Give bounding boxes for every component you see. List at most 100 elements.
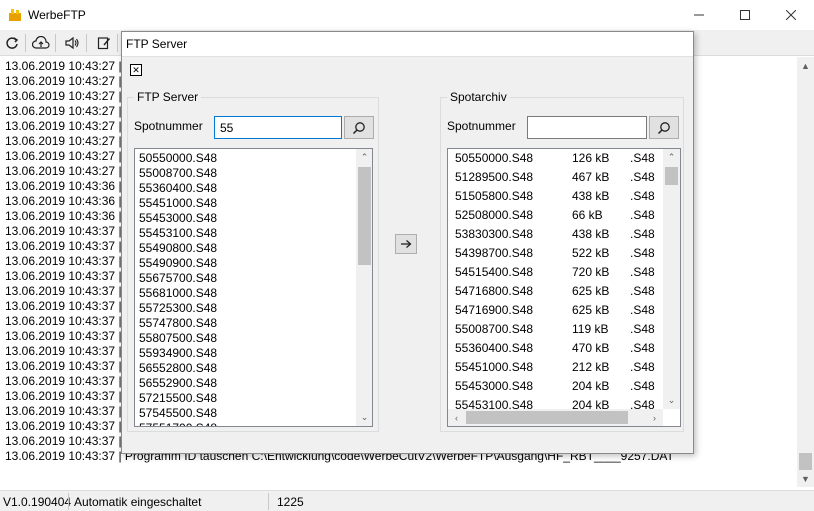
search-icon <box>657 121 670 134</box>
archive-file-ext: .S48 <box>630 379 655 393</box>
ftp-server-group: FTP Server Spotnummer 50550000.S48550087… <box>127 90 379 432</box>
chevron-up-icon[interactable]: ⌃ <box>356 149 372 166</box>
archive-list-vscrollbar-thumb[interactable] <box>665 167 678 185</box>
ftp-list-item[interactable]: 55675700.S48 <box>139 271 217 286</box>
ftp-list-item[interactable]: 55008700.S48 <box>139 166 217 181</box>
archive-file-ext: .S48 <box>630 151 655 165</box>
log-line: 13.06.2019 10:43:37 | D <box>5 374 134 388</box>
refresh-button[interactable] <box>1 33 23 53</box>
ftp-list-item[interactable]: 57551700.S48 <box>139 421 217 426</box>
close-icon <box>786 10 796 20</box>
archive-list-row[interactable]: 55360400.S48 470 kB .S48 <box>448 341 663 356</box>
transfer-button[interactable] <box>395 234 417 254</box>
archive-list-hscrollbar-thumb[interactable] <box>466 411 628 424</box>
chevron-down-icon[interactable]: ⌄ <box>356 409 372 426</box>
ftp-list-item[interactable]: 55453100.S48 <box>139 226 217 241</box>
archive-file-ext: .S48 <box>630 360 655 374</box>
ftp-list-item[interactable]: 56552900.S48 <box>139 376 217 391</box>
archive-list-row[interactable]: 51505800.S48 438 kB .S48 <box>448 189 663 204</box>
search-icon <box>352 121 365 134</box>
log-line: 13.06.2019 10:43:36 | P <box>5 209 133 223</box>
spotarchiv-group-label: Spotarchiv <box>447 90 510 104</box>
close-button[interactable] <box>768 0 814 30</box>
minimize-button[interactable] <box>676 0 722 30</box>
ftp-list-item[interactable]: 55453000.S48 <box>139 211 217 226</box>
archive-list-row[interactable]: 55451000.S48 212 kB .S48 <box>448 360 663 375</box>
ftp-list-scrollbar[interactable]: ⌃ ⌄ <box>356 149 372 426</box>
main-titlebar: WerbeFTP <box>0 0 814 30</box>
log-line: 13.06.2019 10:43:37 | P <box>5 269 133 283</box>
sound-button[interactable] <box>61 33 83 53</box>
archive-file-ext: .S48 <box>630 322 655 336</box>
ftp-list-item[interactable]: 55934900.S48 <box>139 346 217 361</box>
archive-list-row[interactable]: 51289500.S48 467 kB .S48 <box>448 170 663 185</box>
archive-file-size: 204 kB <box>572 398 610 409</box>
archive-list-row[interactable]: 50550000.S48 126 kB .S48 <box>448 151 663 166</box>
left-search-button[interactable] <box>344 116 374 139</box>
chevron-down-icon[interactable]: ⌄ <box>663 392 680 409</box>
ftp-file-list[interactable]: 50550000.S48 55008700.S48 55360400.S48 5545… <box>134 148 373 427</box>
left-spotnummer-label: Spotnummer <box>134 119 203 133</box>
archive-list-row[interactable]: 54716800.S48 625 kB .S48 <box>448 284 663 299</box>
archive-list-vscrollbar[interactable]: ⌃ ⌄ <box>663 149 680 409</box>
chevron-left-icon[interactable]: ‹ <box>448 409 465 426</box>
status-count: 1225 <box>277 495 304 509</box>
log-line: 13.06.2019 10:43:37 | P <box>5 419 133 433</box>
spotarchiv-group: Spotarchiv Spotnummer 50550000.S48 126 kB… <box>440 90 684 432</box>
ftp-list-item[interactable]: 55490800.S48 <box>139 241 217 256</box>
app-icon <box>9 9 21 21</box>
ftp-list-item[interactable]: 50550000.S48 <box>139 151 217 166</box>
ftp-list-item[interactable]: 55747800.S48 <box>139 316 217 331</box>
archive-file-list[interactable]: 50550000.S48 126 kB .S48 51289500.S48 467 kB… <box>447 148 681 427</box>
archive-list-hscrollbar[interactable]: ‹ › <box>448 409 663 426</box>
log-line: 13.06.2019 10:43:37 | D <box>5 434 134 448</box>
archive-file-size: 66 kB <box>572 208 603 222</box>
window-title: WerbeFTP <box>28 8 86 22</box>
log-line: 13.06.2019 10:43:27 | P <box>5 134 133 148</box>
chevron-right-icon[interactable]: › <box>646 409 663 426</box>
ftp-list-item[interactable]: 55360400.S48 <box>139 181 217 196</box>
right-spotnummer-input[interactable] <box>527 116 647 139</box>
archive-file-ext: .S48 <box>630 246 655 260</box>
archive-file-ext: .S48 <box>630 208 655 222</box>
upload-button[interactable] <box>30 33 52 53</box>
ftp-list-item[interactable]: 56552800.S48 <box>139 361 217 376</box>
log-scrollbar[interactable]: ▲ ▼ <box>797 57 814 487</box>
archive-list-row[interactable]: 53830300.S48 438 kB .S48 <box>448 227 663 242</box>
log-line: 13.06.2019 10:43:37 | D <box>5 224 134 238</box>
log-scrollbar-thumb[interactable] <box>799 453 812 470</box>
ftp-list-item[interactable]: 55490900.S48 <box>139 256 217 271</box>
archive-list-row[interactable]: 55008700.S48 119 kB .S48 <box>448 322 663 337</box>
right-search-button[interactable] <box>649 116 679 139</box>
close-icon: ✕ <box>132 64 140 75</box>
archive-list-row[interactable]: 55453000.S48 204 kB .S48 <box>448 379 663 394</box>
log-line: 13.06.2019 10:43:27 | P <box>5 164 133 178</box>
archive-list-row[interactable]: 55453100.S48 204 kB .S48 <box>448 398 663 409</box>
scroll-down-icon[interactable]: ▼ <box>797 470 814 487</box>
log-line: 13.06.2019 10:43:27 | D <box>5 119 134 133</box>
archive-list-row[interactable]: 54398700.S48 522 kB .S48 <box>448 246 663 261</box>
ftp-list-scrollbar-thumb[interactable] <box>358 167 371 265</box>
archive-file-ext: .S48 <box>630 227 655 241</box>
archive-list-row[interactable]: 54716900.S48 625 kB .S48 <box>448 303 663 318</box>
dialog-title: FTP Server <box>126 37 188 51</box>
ftp-list-item[interactable]: 55681000.S48 <box>139 286 217 301</box>
archive-file-name: 55453000.S48 <box>455 379 534 393</box>
edit-button[interactable] <box>93 33 115 53</box>
dialog-close-button[interactable]: ✕ <box>130 64 142 76</box>
archive-file-ext: .S48 <box>630 170 655 184</box>
archive-file-name: 54716800.S48 <box>455 284 534 298</box>
archive-file-name: 55451000.S48 <box>455 360 534 374</box>
archive-file-size: 212 kB <box>572 360 610 374</box>
ftp-list-item[interactable]: 57215500.S48 <box>139 391 217 406</box>
ftp-list-item[interactable]: 55451000.S48 <box>139 196 217 211</box>
scroll-up-icon[interactable]: ▲ <box>797 57 814 74</box>
maximize-button[interactable] <box>722 0 768 30</box>
left-spotnummer-input[interactable] <box>214 116 342 139</box>
ftp-list-item[interactable]: 55725300.S48 <box>139 301 217 316</box>
ftp-list-item[interactable]: 57545500.S48 <box>139 406 217 421</box>
archive-list-row[interactable]: 52508000.S48 66 kB .S48 <box>448 208 663 223</box>
chevron-up-icon[interactable]: ⌃ <box>663 149 680 166</box>
ftp-list-item[interactable]: 55807500.S48 <box>139 331 217 346</box>
archive-list-row[interactable]: 54515400.S48 720 kB .S48 <box>448 265 663 280</box>
